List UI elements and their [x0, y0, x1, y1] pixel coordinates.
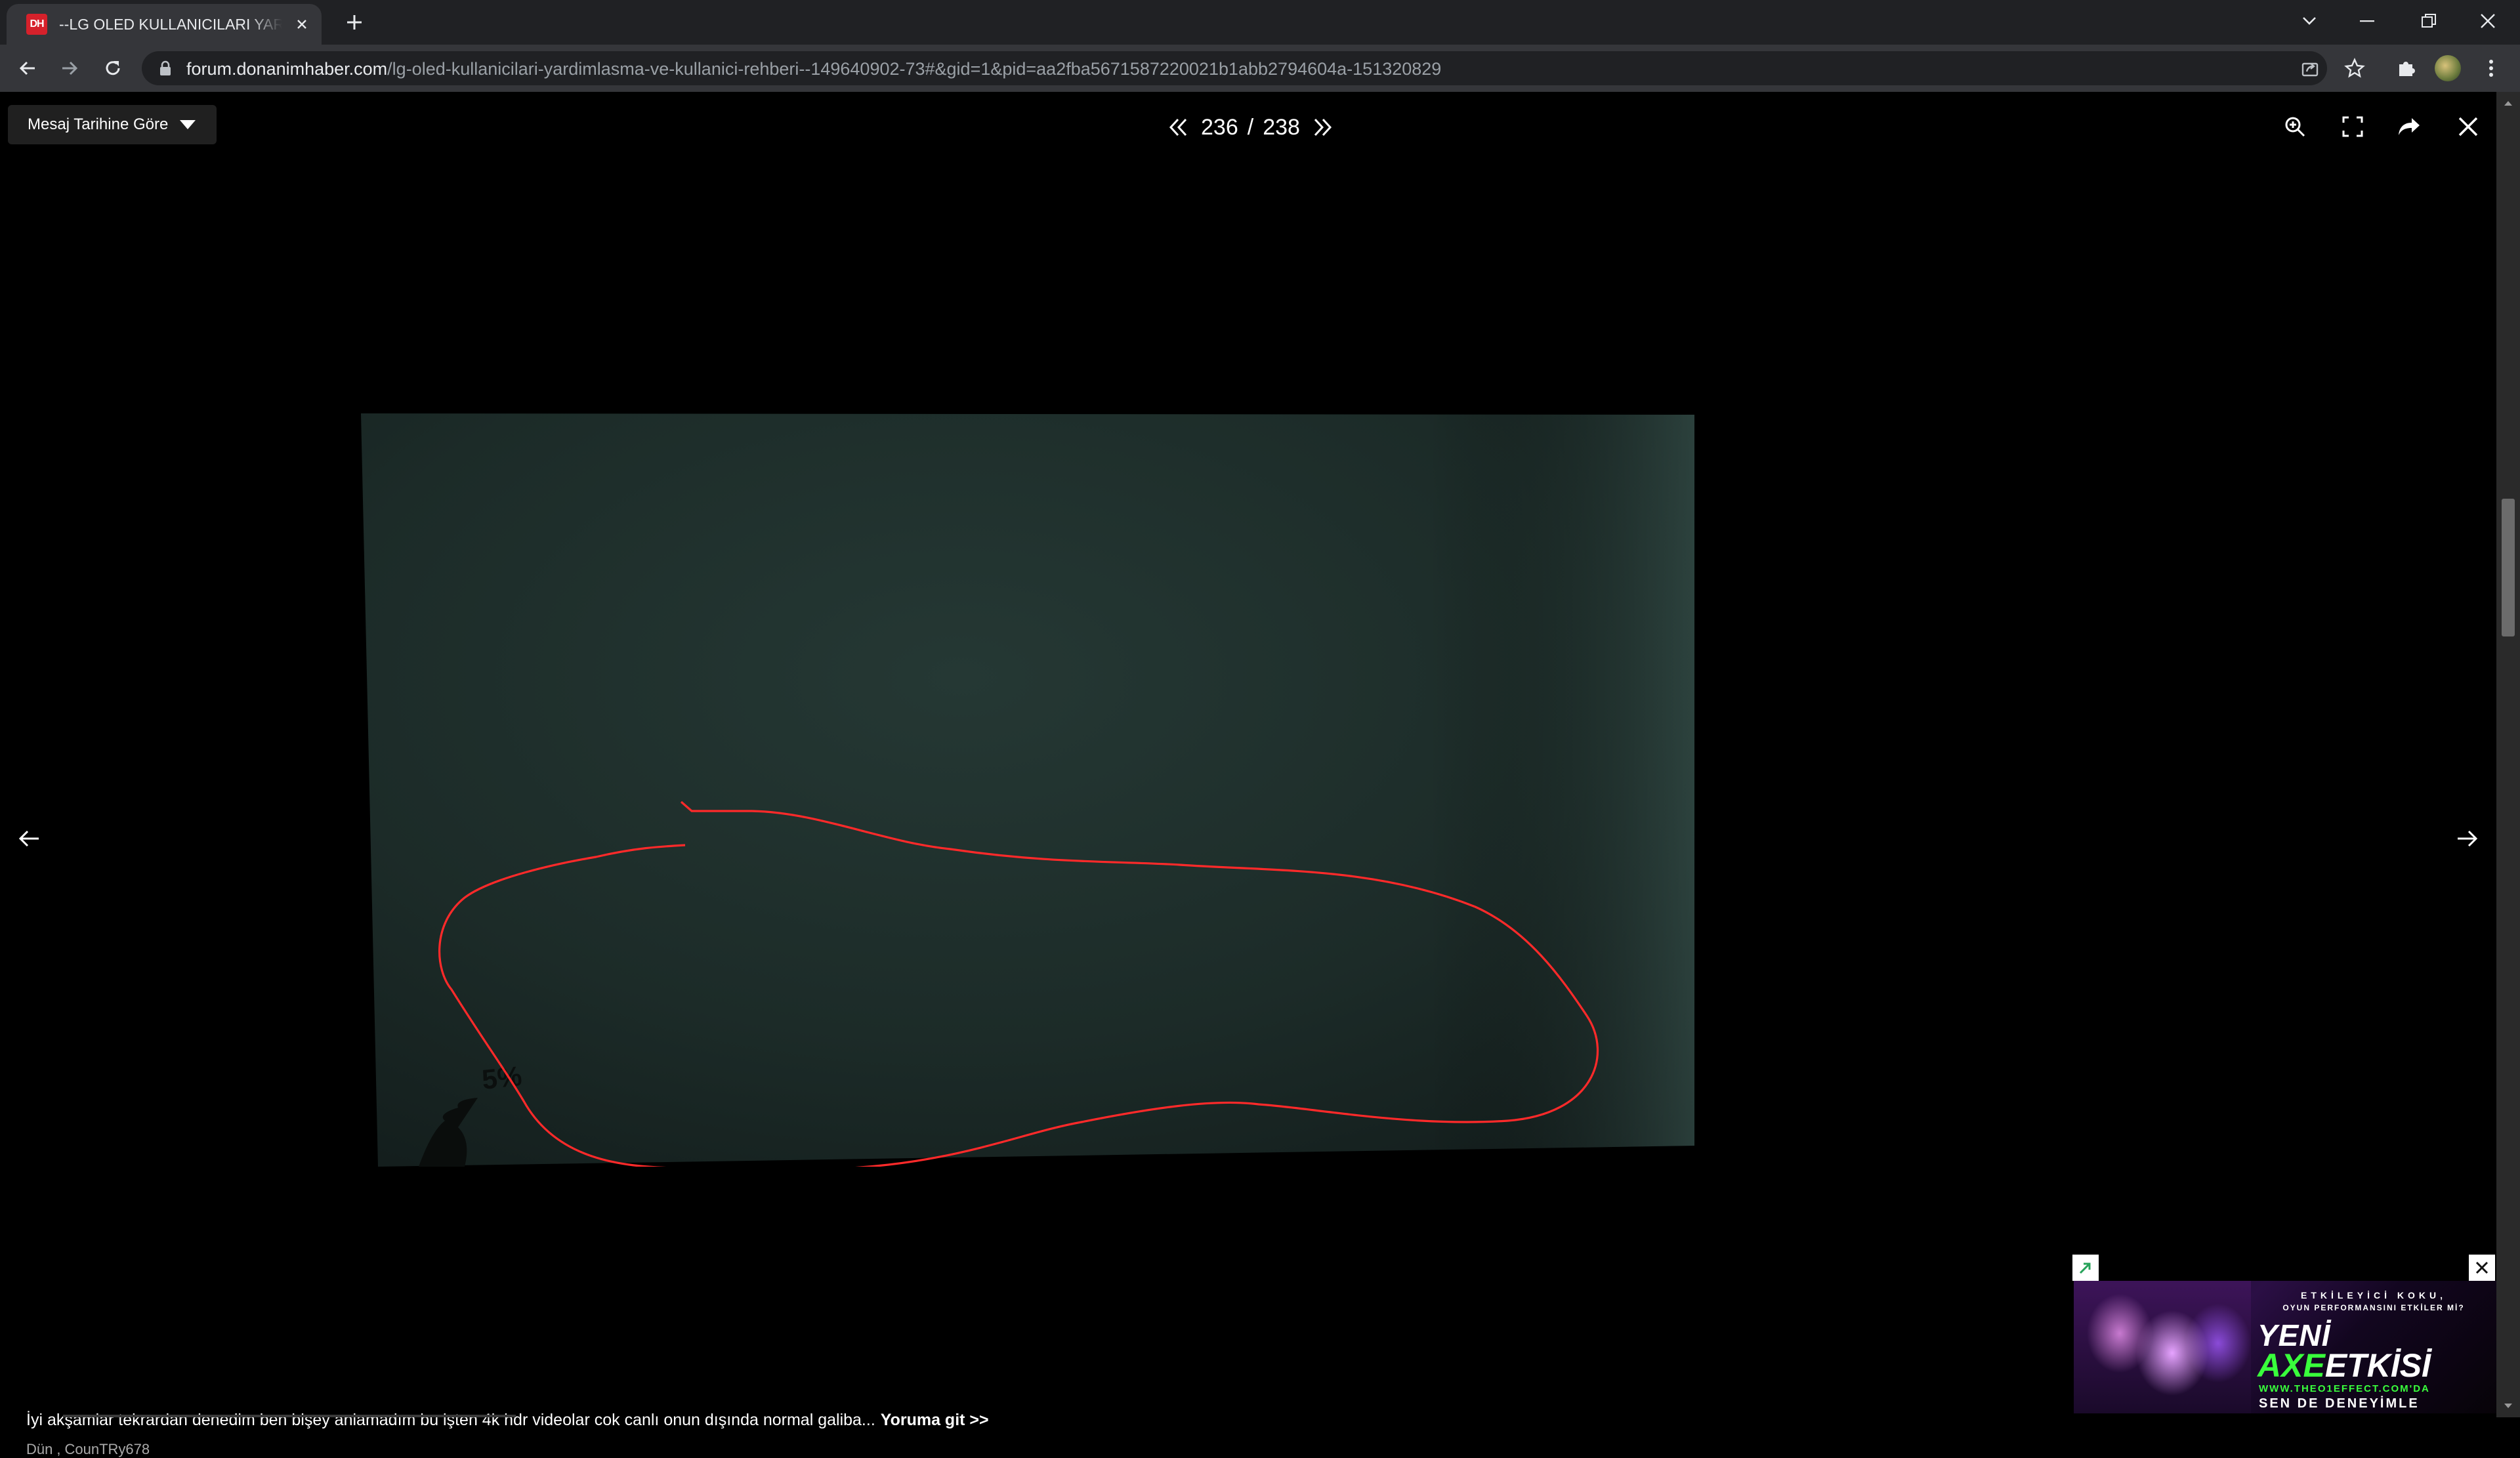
window-close-button[interactable]	[2465, 4, 2511, 38]
ad-tagline-1: ETKİLEYİCİ KOKU,	[2300, 1290, 2446, 1301]
minimize-button[interactable]	[2344, 4, 2390, 38]
horizontal-scroll-indicator	[63, 1415, 516, 1417]
pager-separator: /	[1247, 114, 1254, 140]
image-pager: 236 / 238	[1166, 112, 1335, 143]
address-bar[interactable]: forum.donanimhaber.com/lg-oled-kullanici…	[142, 51, 2327, 85]
ad-headline-suffix: ETKİSİ	[2324, 1347, 2431, 1384]
post-date: Dün	[26, 1441, 53, 1457]
ad-cta: SEN DE DENEYİMLE	[2259, 1396, 2420, 1411]
previous-image-arrow-icon[interactable]	[9, 819, 49, 858]
browser-menu-icon[interactable]	[2475, 52, 2507, 84]
restore-button[interactable]	[2406, 4, 2452, 38]
scroll-up-arrow-icon[interactable]	[2496, 92, 2520, 114]
scrollbar-thumb[interactable]	[2502, 499, 2515, 636]
bookmark-star-icon[interactable]	[2339, 52, 2370, 84]
post-text: İyi akşamlar tekrardan denedim ben bişey…	[26, 1411, 875, 1429]
last-image-icon[interactable]	[1309, 114, 1335, 140]
browser-toolbar: forum.donanimhaber.com/lg-oled-kullanici…	[0, 45, 2520, 92]
next-image-arrow-icon[interactable]	[2448, 819, 2487, 858]
sort-by-date-dropdown[interactable]: Mesaj Tarihine Göre	[8, 105, 217, 144]
reload-icon[interactable]	[97, 52, 129, 84]
close-viewer-icon[interactable]	[2450, 109, 2486, 144]
ad-close-icon[interactable]	[2469, 1255, 2495, 1281]
ad-tagline-2: OYUN PERFORMANSINI ETKİLER Mİ?	[2282, 1303, 2465, 1312]
browser-tab-strip: DH --LG OLED KULLANICILARI YARDIMLAŞMA V…	[0, 0, 2520, 45]
tab-title: --LG OLED KULLANICILARI YARDIMLAŞMA VE K…	[59, 15, 282, 33]
meta-separator: ,	[56, 1441, 61, 1457]
ad-headline-2: AXEETKİSİ	[2258, 1346, 2431, 1385]
tv-screen-photo: 5%	[361, 413, 1694, 1167]
post-author[interactable]: CounTRy678	[64, 1441, 150, 1457]
post-meta: Dün, CounTRy678	[26, 1441, 150, 1458]
share-arrow-icon[interactable]	[2391, 109, 2427, 144]
zoom-icon[interactable]	[2277, 109, 2313, 144]
tab-close-icon[interactable]	[291, 14, 312, 35]
tab-search-chevron-icon[interactable]	[2286, 4, 2332, 38]
url-text: forum.donanimhaber.com/lg-oled-kullanici…	[186, 59, 1442, 79]
back-arrow-icon[interactable]	[12, 52, 43, 84]
avatar	[2435, 55, 2461, 81]
page-scrollbar[interactable]	[2496, 92, 2520, 1417]
sort-dropdown-label: Mesaj Tarihine Göre	[28, 115, 169, 133]
go-to-comment-link[interactable]: Yoruma git >>	[881, 1411, 989, 1429]
fullscreen-icon[interactable]	[2335, 109, 2370, 144]
share-page-icon[interactable]	[2298, 56, 2322, 80]
ad-site: WWW.THEO1EFFECT.COM'DA	[2259, 1383, 2430, 1394]
ad-choices-icon[interactable]	[2072, 1255, 2099, 1281]
site-favicon-icon: DH	[26, 14, 47, 35]
lock-icon[interactable]	[159, 60, 172, 79]
post-caption: İyi akşamlar tekrardan denedim ben bişey…	[26, 1411, 989, 1430]
ad-people-image	[2074, 1281, 2251, 1413]
advertisement-banner[interactable]: ETKİLEYİCİ KOKU, OYUN PERFORMANSINI ETKİ…	[2074, 1281, 2496, 1413]
browser-tab[interactable]: DH --LG OLED KULLANICILARI YARDIMLAŞMA V…	[7, 4, 322, 45]
first-image-icon[interactable]	[1166, 114, 1192, 140]
caret-down-icon	[180, 120, 196, 129]
pager-current: 236	[1201, 114, 1238, 140]
image-viewer: Mesaj Tarihine Göre 236 / 238 5% İyi akş…	[0, 92, 2496, 1457]
scroll-down-arrow-icon[interactable]	[2496, 1395, 2520, 1417]
extensions-puzzle-icon[interactable]	[2390, 52, 2422, 84]
forward-arrow-icon[interactable]	[54, 52, 85, 84]
new-tab-button[interactable]	[341, 9, 368, 35]
ad-headline-brand: AXE	[2258, 1347, 2325, 1384]
profile-avatar[interactable]	[2432, 52, 2464, 84]
pager-total: 238	[1263, 114, 1300, 140]
